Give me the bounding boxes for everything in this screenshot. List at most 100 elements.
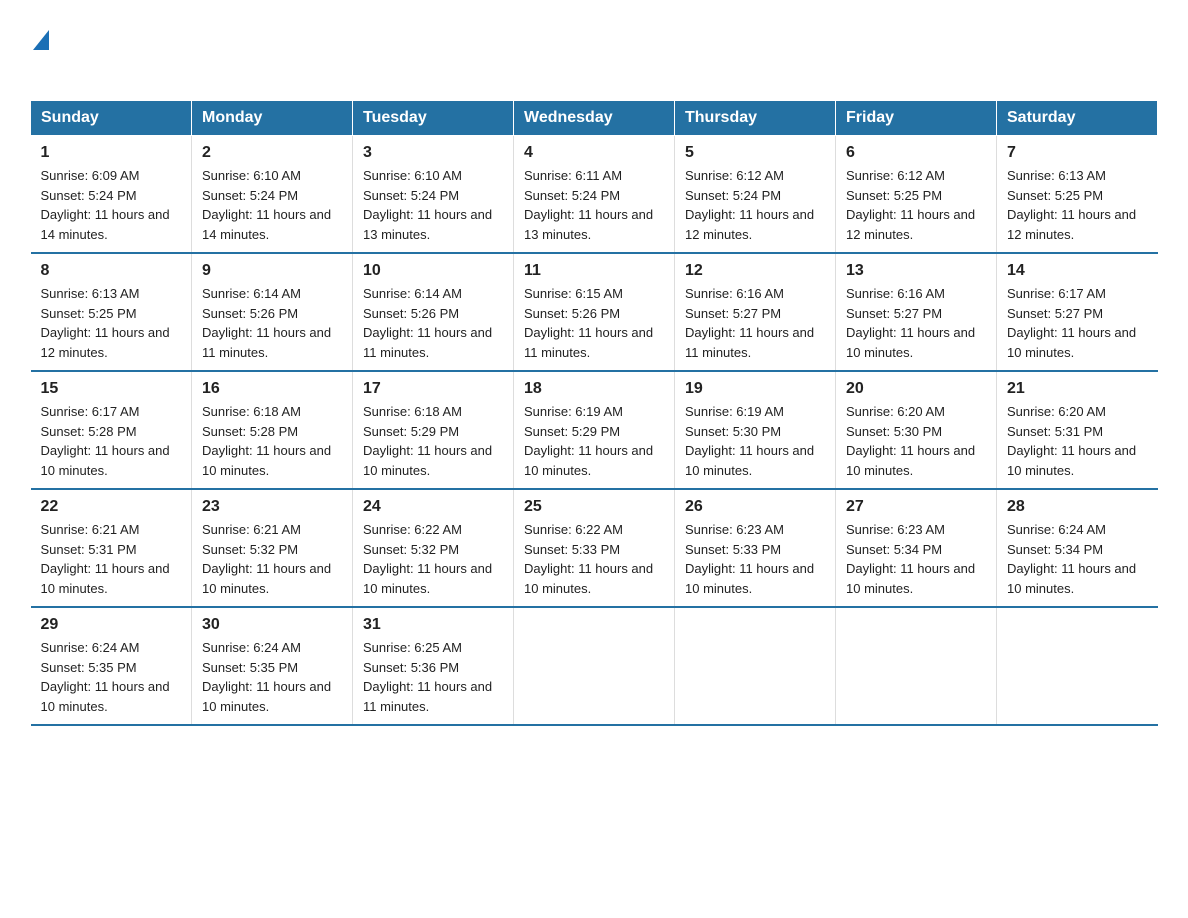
calendar-cell: [514, 607, 675, 725]
calendar-cell: 19 Sunrise: 6:19 AMSunset: 5:30 PMDayligh…: [675, 371, 836, 489]
calendar-cell: 6Sunrise: 6:12 AMSunset: 5:25 PMDaylight…: [836, 136, 997, 254]
day-info: Sunrise: 6:15 AMSunset: 5:26 PMDaylight:…: [524, 286, 653, 360]
day-info: Sunrise: 6:09 AMSunset: 5:24 PMDaylight:…: [41, 168, 170, 242]
calendar-cell: 16 Sunrise: 6:18 AMSunset: 5:28 PMDayligh…: [192, 371, 353, 489]
calendar-cell: 21Sunrise: 6:20 AMSunset: 5:31 PMDayligh…: [997, 371, 1158, 489]
calendar-cell: [836, 607, 997, 725]
day-info: Sunrise: 6:24 AMSunset: 5:34 PMDaylight:…: [1007, 522, 1136, 596]
calendar-cell: 9 Sunrise: 6:14 AMSunset: 5:26 PMDaylight…: [192, 253, 353, 371]
day-info: Sunrise: 6:22 AMSunset: 5:33 PMDaylight:…: [524, 522, 653, 596]
day-info: Sunrise: 6:24 AMSunset: 5:35 PMDaylight:…: [202, 640, 331, 714]
calendar-cell: 31 Sunrise: 6:25 AMSunset: 5:36 PMDayligh…: [353, 607, 514, 725]
day-number: 27: [846, 498, 986, 516]
day-number: 13: [846, 262, 986, 280]
calendar-cell: 18 Sunrise: 6:19 AMSunset: 5:29 PMDayligh…: [514, 371, 675, 489]
day-number: 18: [524, 380, 664, 398]
logo-triangle: [33, 30, 49, 50]
calendar-cell: 23 Sunrise: 6:21 AMSunset: 5:32 PMDayligh…: [192, 489, 353, 607]
header-friday: Friday: [836, 101, 997, 136]
calendar-cell: 4 Sunrise: 6:11 AMSunset: 5:24 PMDaylight…: [514, 136, 675, 254]
day-info: Sunrise: 6:14 AMSunset: 5:26 PMDaylight:…: [363, 286, 492, 360]
day-number: 12: [685, 262, 825, 280]
day-number: 30: [202, 616, 342, 634]
day-number: 7: [1007, 144, 1148, 162]
calendar-cell: 27 Sunrise: 6:23 AMSunset: 5:34 PMDayligh…: [836, 489, 997, 607]
header-tuesday: Tuesday: [353, 101, 514, 136]
day-number: 4: [524, 144, 664, 162]
calendar-cell: 17 Sunrise: 6:18 AMSunset: 5:29 PMDayligh…: [353, 371, 514, 489]
day-info: Sunrise: 6:18 AMSunset: 5:29 PMDaylight:…: [363, 404, 492, 478]
day-info: Sunrise: 6:13 AMSunset: 5:25 PMDaylight:…: [1007, 168, 1136, 242]
calendar-cell: 3 Sunrise: 6:10 AMSunset: 5:24 PMDaylight…: [353, 136, 514, 254]
day-info: Sunrise: 6:19 AMSunset: 5:29 PMDaylight:…: [524, 404, 653, 478]
day-number: 25: [524, 498, 664, 516]
day-info: Sunrise: 6:19 AMSunset: 5:30 PMDaylight:…: [685, 404, 814, 478]
day-number: 23: [202, 498, 342, 516]
day-number: 3: [363, 144, 503, 162]
calendar-cell: 26 Sunrise: 6:23 AMSunset: 5:33 PMDayligh…: [675, 489, 836, 607]
header-monday: Monday: [192, 101, 353, 136]
day-info: Sunrise: 6:16 AMSunset: 5:27 PMDaylight:…: [685, 286, 814, 360]
day-number: 21: [1007, 380, 1148, 398]
day-info: Sunrise: 6:14 AMSunset: 5:26 PMDaylight:…: [202, 286, 331, 360]
day-number: 1: [41, 144, 182, 162]
day-number: 31: [363, 616, 503, 634]
calendar-cell: 5 Sunrise: 6:12 AMSunset: 5:24 PMDaylight…: [675, 136, 836, 254]
day-number: 20: [846, 380, 986, 398]
day-info: Sunrise: 6:10 AMSunset: 5:24 PMDaylight:…: [363, 168, 492, 242]
day-number: 9: [202, 262, 342, 280]
calendar-cell: 20 Sunrise: 6:20 AMSunset: 5:30 PMDayligh…: [836, 371, 997, 489]
day-number: 22: [41, 498, 182, 516]
day-info: Sunrise: 6:23 AMSunset: 5:34 PMDaylight:…: [846, 522, 975, 596]
page-header: [30, 30, 1158, 80]
calendar-table: SundayMondayTuesdayWednesdayThursdayFrid…: [30, 100, 1158, 726]
day-number: 17: [363, 380, 503, 398]
day-info: Sunrise: 6:12 AMSunset: 5:25 PMDaylight:…: [846, 168, 975, 242]
day-info: Sunrise: 6:16 AMSunset: 5:27 PMDaylight:…: [846, 286, 975, 360]
calendar-cell: 13 Sunrise: 6:16 AMSunset: 5:27 PMDayligh…: [836, 253, 997, 371]
calendar-cell: 24Sunrise: 6:22 AMSunset: 5:32 PMDayligh…: [353, 489, 514, 607]
day-info: Sunrise: 6:11 AMSunset: 5:24 PMDaylight:…: [524, 168, 653, 242]
calendar-week-row: 22 Sunrise: 6:21 AMSunset: 5:31 PMDayligh…: [31, 489, 1158, 607]
day-number: 15: [41, 380, 182, 398]
calendar-header-row: SundayMondayTuesdayWednesdayThursdayFrid…: [31, 101, 1158, 136]
calendar-week-row: 29Sunrise: 6:24 AMSunset: 5:35 PMDayligh…: [31, 607, 1158, 725]
calendar-week-row: 15 Sunrise: 6:17 AMSunset: 5:28 PMDayligh…: [31, 371, 1158, 489]
calendar-cell: [997, 607, 1158, 725]
day-number: 19: [685, 380, 825, 398]
header-saturday: Saturday: [997, 101, 1158, 136]
day-number: 10: [363, 262, 503, 280]
day-info: Sunrise: 6:21 AMSunset: 5:31 PMDaylight:…: [41, 522, 170, 596]
calendar-cell: 14Sunrise: 6:17 AMSunset: 5:27 PMDayligh…: [997, 253, 1158, 371]
day-number: 26: [685, 498, 825, 516]
day-info: Sunrise: 6:12 AMSunset: 5:24 PMDaylight:…: [685, 168, 814, 242]
day-info: Sunrise: 6:24 AMSunset: 5:35 PMDaylight:…: [41, 640, 170, 714]
calendar-cell: 11 Sunrise: 6:15 AMSunset: 5:26 PMDayligh…: [514, 253, 675, 371]
day-number: 5: [685, 144, 825, 162]
day-info: Sunrise: 6:25 AMSunset: 5:36 PMDaylight:…: [363, 640, 492, 714]
day-number: 8: [41, 262, 182, 280]
day-info: Sunrise: 6:13 AMSunset: 5:25 PMDaylight:…: [41, 286, 170, 360]
day-info: Sunrise: 6:20 AMSunset: 5:30 PMDaylight:…: [846, 404, 975, 478]
day-info: Sunrise: 6:17 AMSunset: 5:28 PMDaylight:…: [41, 404, 170, 478]
calendar-cell: 15 Sunrise: 6:17 AMSunset: 5:28 PMDayligh…: [31, 371, 192, 489]
calendar-week-row: 1 Sunrise: 6:09 AMSunset: 5:24 PMDaylight…: [31, 136, 1158, 254]
header-thursday: Thursday: [675, 101, 836, 136]
calendar-cell: 8 Sunrise: 6:13 AMSunset: 5:25 PMDaylight…: [31, 253, 192, 371]
day-info: Sunrise: 6:10 AMSunset: 5:24 PMDaylight:…: [202, 168, 331, 242]
day-number: 11: [524, 262, 664, 280]
calendar-cell: [675, 607, 836, 725]
calendar-cell: 30 Sunrise: 6:24 AMSunset: 5:35 PMDayligh…: [192, 607, 353, 725]
calendar-cell: 7 Sunrise: 6:13 AMSunset: 5:25 PMDaylight…: [997, 136, 1158, 254]
logo: [30, 30, 49, 80]
day-number: 24: [363, 498, 503, 516]
day-info: Sunrise: 6:18 AMSunset: 5:28 PMDaylight:…: [202, 404, 331, 478]
day-info: Sunrise: 6:21 AMSunset: 5:32 PMDaylight:…: [202, 522, 331, 596]
calendar-cell: 12 Sunrise: 6:16 AMSunset: 5:27 PMDayligh…: [675, 253, 836, 371]
header-sunday: Sunday: [31, 101, 192, 136]
day-number: 16: [202, 380, 342, 398]
day-number: 14: [1007, 262, 1148, 280]
calendar-week-row: 8 Sunrise: 6:13 AMSunset: 5:25 PMDaylight…: [31, 253, 1158, 371]
calendar-cell: 2Sunrise: 6:10 AMSunset: 5:24 PMDaylight…: [192, 136, 353, 254]
day-info: Sunrise: 6:23 AMSunset: 5:33 PMDaylight:…: [685, 522, 814, 596]
